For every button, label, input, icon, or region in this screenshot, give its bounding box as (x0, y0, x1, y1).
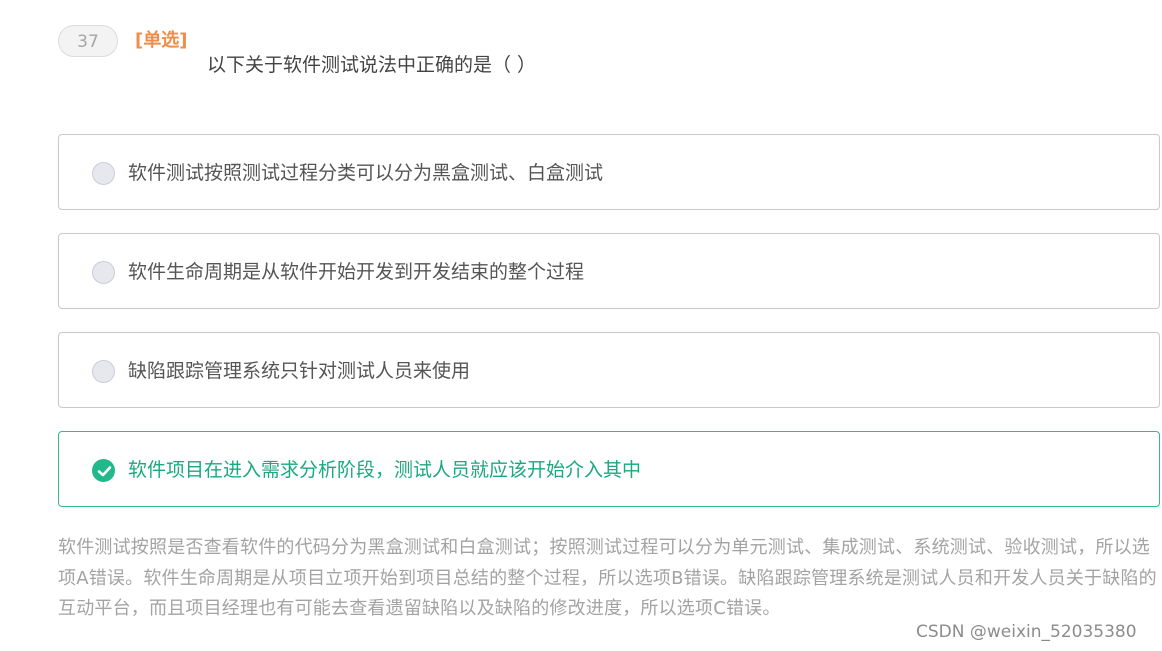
check-circle-icon[interactable] (92, 459, 115, 482)
question-type-label: [单选] (135, 30, 188, 51)
option-label: 缺陷跟踪管理系统只针对测试人员来使用 (128, 360, 471, 382)
option-label: 软件测试按照测试过程分类可以分为黑盒测试、白盒测试 (128, 162, 604, 184)
question-stem: 以下关于软件测试说法中正确的是（ ） (207, 54, 537, 76)
option-a[interactable]: 软件测试按照测试过程分类可以分为黑盒测试、白盒测试 (58, 134, 1160, 210)
option-label: 软件项目在进入需求分析阶段，测试人员就应该开始介入其中 (128, 459, 642, 481)
radio-empty-icon[interactable] (92, 162, 115, 185)
option-b[interactable]: 软件生命周期是从软件开始开发到开发结束的整个过程 (58, 233, 1160, 309)
option-d[interactable]: 软件项目在进入需求分析阶段，测试人员就应该开始介入其中 (58, 431, 1160, 507)
option-label: 软件生命周期是从软件开始开发到开发结束的整个过程 (128, 261, 585, 283)
radio-empty-icon[interactable] (92, 261, 115, 284)
radio-empty-icon[interactable] (92, 360, 115, 383)
question-header: 37 [单选] 以下关于软件测试说法中正确的是（ ） (58, 24, 1148, 84)
question-number-badge: 37 (58, 25, 118, 57)
checkmark-icon (97, 466, 112, 477)
watermark: CSDN @weixin_52035380 (916, 620, 1137, 644)
option-list: 软件测试按照测试过程分类可以分为黑盒测试、白盒测试 软件生命周期是从软件开始开发… (58, 134, 1160, 530)
option-c[interactable]: 缺陷跟踪管理系统只针对测试人员来使用 (58, 332, 1160, 408)
answer-analysis: 软件测试按照是否查看软件的代码分为黑盒测试和白盒测试；按照测试过程可以分为单元测… (58, 537, 1157, 619)
